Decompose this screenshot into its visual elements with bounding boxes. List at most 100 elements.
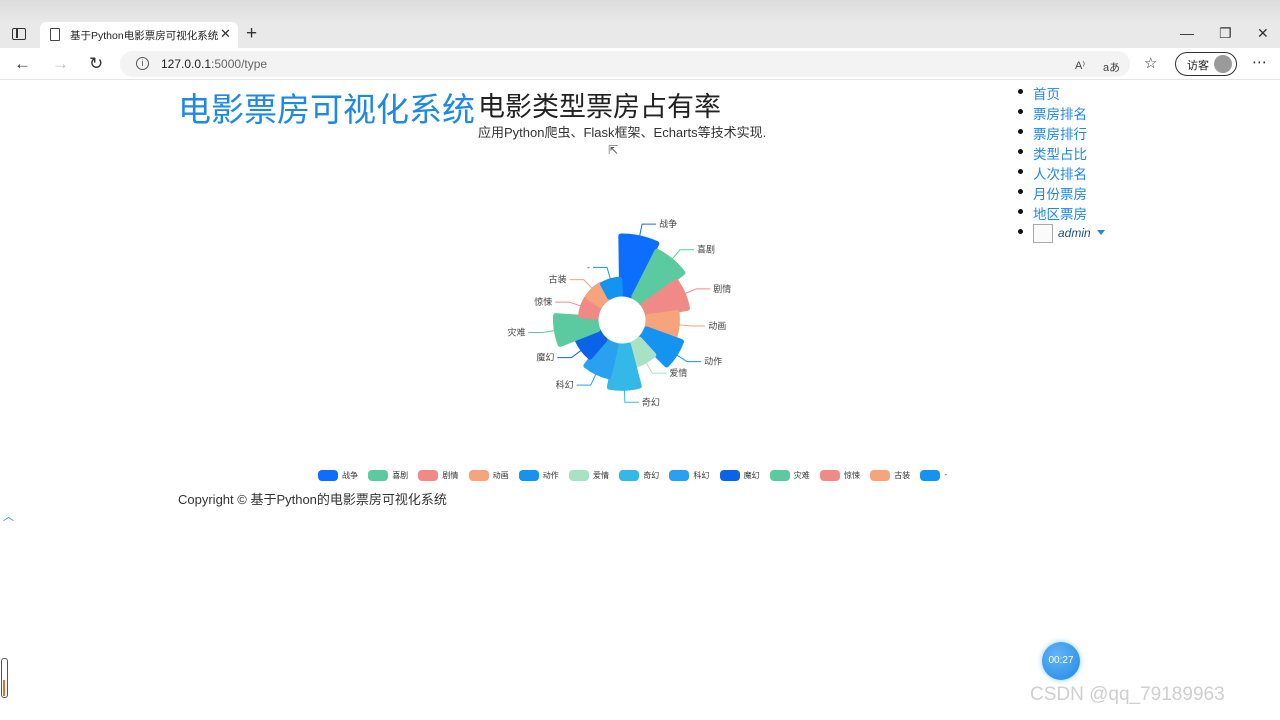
chart-slice-label: 惊悚 [534,296,552,307]
nav-link-ranking[interactable]: 票房排名 [1033,107,1087,122]
nav-link-monthly[interactable]: 月份票房 [1033,187,1087,202]
page-content: 电影票房可视化系统 电影类型票房占有率 应用Python爬虫、Flask框架、E… [0,80,1280,720]
type-share-chart: 战争喜剧剧情动画动作爱情奇幻 科幻 魔幻 灾难 惊悚 古装 - [507,218,731,407]
nav-item-type-share: 类型占比 [1018,143,1087,163]
watermark: CSDN @qq_79189963 [1030,684,1225,705]
legend-swatch [368,470,389,481]
url-field[interactable]: i 127.0.0.1:5000/type A⁾ aあ [120,51,1130,77]
new-tab-icon[interactable]: + [246,23,257,45]
label-line [676,354,702,363]
legend-label: 魔幻 [743,471,760,480]
tab-bar: 基于Python电影票房可视化系统 ✕ + — ❐ ✕ [0,22,1280,48]
recording-timer: 00:27 [1042,642,1080,680]
label-line [528,330,555,333]
page-title: 电影类型票房占有率 [478,92,721,122]
scroll-thumb[interactable] [1,658,8,698]
label-line [684,288,711,294]
chart-slice-label: 灾难 [507,326,525,337]
legend-swatch [619,470,640,481]
refresh-icon[interactable]: ↻ [89,54,103,74]
nav-link-order[interactable]: 票房排行 [1033,127,1087,142]
url-text: 127.0.0.1:5000/type [161,57,268,71]
nav-item-region: 地区票房 [1018,203,1087,223]
chart-slice-label: 喜剧 [697,244,715,255]
label-line [576,374,597,386]
chart-legend: 战争 喜剧 剧情 动画 动作 爱情 奇幻 科幻 魔幻 灾难 惊悚 古装 - [318,470,978,482]
restore-icon[interactable]: ❐ [1219,25,1232,42]
legend-swatch [870,470,891,481]
chart-slice-label: 爱情 [669,367,687,378]
label-line [679,324,706,327]
forward-icon[interactable]: → [52,54,69,74]
chart-slice-label: 剧情 [713,283,731,294]
label-line [555,301,581,307]
nav-item-home: 首页 [1018,83,1087,103]
legend-label: 奇幻 [643,471,660,480]
legend-swatch [719,470,740,481]
window-close-icon[interactable]: ✕ [1257,25,1269,42]
user-name: admin [1058,226,1091,240]
legend-label: 战争 [342,471,358,480]
profile-label: 访客 [1187,60,1209,72]
nav-link-home[interactable]: 首页 [1033,87,1060,102]
chart-slice-label: 动作 [704,356,722,367]
nav-link-attendance[interactable]: 人次排名 [1033,167,1087,182]
minimize-icon[interactable]: — [1180,25,1194,41]
nav-link-region[interactable]: 地区票房 [1033,207,1087,222]
chart-slice-label: 古装 [549,274,567,285]
read-aloud-icon[interactable]: A⁾ [1075,59,1085,72]
chart-slice-label: 奇幻 [642,396,660,407]
legend-label: 古装 [894,471,911,480]
legend-swatch [418,470,439,481]
label-line [671,249,694,260]
back-to-top-icon[interactable]: ︿ [3,508,14,524]
label-line [639,223,657,236]
legend-swatch [518,470,539,481]
legend-swatch [569,470,589,481]
nav-item-monthly: 月份票房 [1018,183,1087,203]
chart-slice-label: 魔幻 [536,352,554,363]
legend-label: 科幻 [693,471,710,480]
legend-swatch [318,470,338,481]
favorites-icon[interactable]: ☆ [1144,54,1157,72]
tab-actions-icon[interactable] [12,28,26,40]
legend-label: 惊悚 [844,471,860,480]
nav-item-attendance: 人次排名 [1018,163,1087,183]
nav-item-user[interactable]: admin [1018,223,1105,243]
site-info-icon[interactable]: i [136,57,149,70]
label-line [557,350,582,359]
chart-slice-label: - [587,262,590,272]
legend-label: 喜剧 [392,471,409,480]
nav-item-order: 票房排行 [1018,123,1087,143]
footer-copyright: Copyright © 基于Python的电影票房可视化系统 [178,492,447,507]
legend-swatch [920,470,941,481]
page-subtitle: 应用Python爬虫、Flask框架、Echarts等技术实现. [478,125,767,140]
profile-button[interactable]: 访客 [1175,52,1237,76]
nav-link-type-share[interactable]: 类型占比 [1033,147,1087,162]
close-tab-icon[interactable]: ✕ [220,26,231,42]
legend-label: 爱情 [593,471,609,480]
caret-down-icon[interactable] [1097,230,1105,235]
tab-title: 基于Python电影票房可视化系统 [70,30,219,42]
page-icon [50,28,60,41]
legend-swatch [820,470,840,481]
legend-label: 灾难 [793,471,810,480]
back-icon[interactable]: ← [14,54,31,74]
nav-menu: 首页 票房排名 票房排行 类型占比 人次排名 月份票房 地区票房 admin [1018,83,1105,243]
browser-tab[interactable]: 基于Python电影票房可视化系统 ✕ [40,22,238,48]
legend-label: 动画 [492,471,509,480]
blurred-strip [0,0,1280,22]
legend-label: - [944,470,948,479]
more-options-icon[interactable]: ⋯ [1252,53,1267,71]
nav-item-ranking: 票房排名 [1018,103,1087,123]
legend-label: 剧情 [442,471,459,480]
translate-icon[interactable]: aあ [1103,59,1120,75]
chart-slice-label: 科幻 [556,379,574,390]
label-line [593,266,611,280]
legend-label: 动作 [542,471,559,480]
address-bar: ← → ↻ i 127.0.0.1:5000/type A⁾ aあ ☆ 访客 ⋯ [0,48,1280,80]
chart-slice-label: 战争 [659,218,677,229]
legend-swatch [769,470,790,481]
brand-title[interactable]: 电影票房可视化系统 [178,83,475,131]
label-line [623,390,639,403]
